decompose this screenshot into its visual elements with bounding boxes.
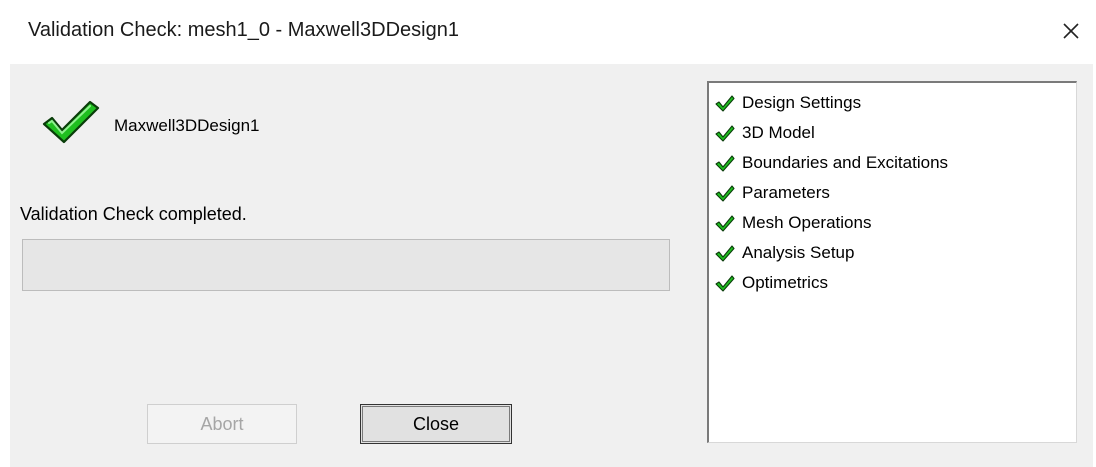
close-icon — [1063, 23, 1079, 39]
checkmark-icon — [715, 214, 735, 232]
checklist-item: Mesh Operations — [709, 208, 1076, 238]
close-button[interactable]: Close — [360, 404, 512, 444]
checklist-item-label: Parameters — [742, 183, 830, 202]
checklist-item-label: Analysis Setup — [742, 243, 855, 262]
dialog-body: Maxwell3DDesign1 Validation Check comple… — [10, 64, 1093, 467]
status-message: Validation Check completed. — [20, 204, 247, 224]
abort-button[interactable]: Abort — [147, 404, 297, 444]
close-window-button[interactable] — [1056, 16, 1086, 46]
title-bar: Validation Check: mesh1_0 - Maxwell3DDes… — [0, 0, 1096, 64]
window-title: Validation Check: mesh1_0 - Maxwell3DDes… — [28, 19, 459, 41]
checklist-item-label: Optimetrics — [742, 273, 828, 292]
checklist-item: Design Settings — [709, 88, 1076, 118]
checkmark-icon — [715, 94, 735, 112]
checkmark-icon — [715, 274, 735, 292]
checklist-item-label: 3D Model — [742, 123, 815, 142]
checklist-item: Analysis Setup — [709, 238, 1076, 268]
design-name: Maxwell3DDesign1 — [114, 116, 260, 135]
validation-check-dialog: Validation Check: mesh1_0 - Maxwell3DDes… — [0, 0, 1096, 467]
checkmark-icon — [715, 244, 735, 262]
checkmark-icon — [715, 124, 735, 142]
checkmark-icon — [715, 184, 735, 202]
progress-bar — [22, 239, 670, 291]
checklist-item: 3D Model — [709, 118, 1076, 148]
checklist-item: Optimetrics — [709, 268, 1076, 298]
checklist-item: Boundaries and Excitations — [709, 148, 1076, 178]
checklist-item-label: Mesh Operations — [742, 213, 872, 232]
validation-checklist: Design Settings 3D Model Boundaries and Ex… — [707, 81, 1077, 443]
checklist-item-label: Boundaries and Excitations — [742, 153, 949, 172]
checkmark-icon — [42, 100, 100, 144]
checklist-item-label: Design Settings — [742, 93, 862, 112]
checklist-item: Parameters — [709, 178, 1076, 208]
checkmark-icon — [715, 154, 735, 172]
